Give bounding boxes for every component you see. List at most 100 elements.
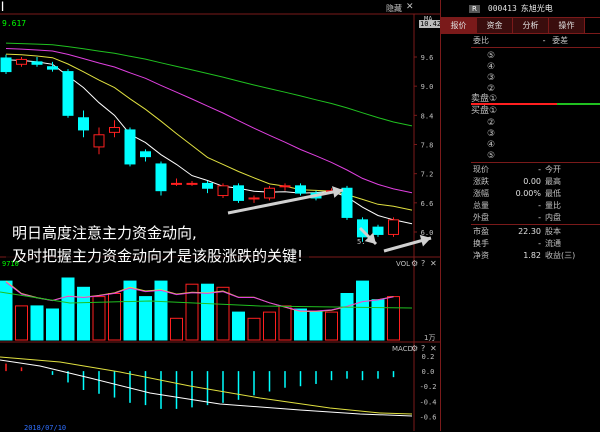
candle-body [264, 187, 275, 199]
tab-analysis[interactable]: 分析 [513, 18, 549, 33]
candle-body [248, 197, 260, 200]
price-tick-label: 9.6 [421, 54, 434, 62]
quote-label: 市盈 [473, 227, 489, 236]
volume-bar [108, 293, 121, 341]
order-diff-value: - [542, 36, 546, 45]
arrow-up-right [227, 188, 344, 215]
candle-body [372, 226, 384, 235]
tab-operation[interactable]: 操作 [549, 18, 585, 33]
candle-body [47, 66, 58, 70]
divider [471, 47, 600, 48]
volume-bar [15, 305, 28, 341]
macd-tick-label: -0.6 [420, 413, 437, 421]
volume-bar [216, 286, 230, 341]
divider-3 [471, 224, 600, 225]
sell-level-5: ⑤ [487, 51, 496, 61]
arrow-up-right-head [332, 186, 343, 198]
candle-body [0, 57, 12, 73]
candle-body [341, 187, 353, 218]
quote-label: 净资 [473, 251, 489, 260]
sell-level-4: ④ [487, 62, 496, 72]
dea-line [0, 356, 413, 415]
stock-name: 东旭光电 [520, 4, 553, 13]
volume-bar [46, 308, 59, 341]
volume-bar [325, 311, 338, 341]
quote-label-2: 流通 [545, 239, 561, 248]
macd-tick-label: 0.0 [422, 368, 435, 376]
volume-bar [247, 317, 261, 341]
quote-row: 涨跌 0.00 最高 [473, 176, 561, 188]
hide-label[interactable]: 隐藏 [386, 3, 402, 14]
annotation-box: 明日高度注意主力资金动向, 及时把握主力资金动向才是该股涨跌的关键! [6, 222, 310, 268]
ma20-line [5, 48, 413, 194]
kline-chart-area[interactable]: 9.6 9.0 8.4 7.8 7.2 6.6 6.0 0.2 0.0 -0.2 -0.4 -0.6 … [0, 0, 443, 432]
macd-tick-label: -0.2 [420, 383, 437, 391]
quote-row: 涨幅 0.00% 最低 [473, 188, 561, 200]
quote-label: 涨跌 [473, 177, 489, 186]
dif-line [0, 359, 413, 417]
macd-settings-icon[interactable]: ⚙ [411, 344, 418, 353]
candle-body [388, 219, 399, 235]
buy-level-3: ③ [487, 129, 496, 139]
volume-bar [356, 280, 369, 341]
candle-body [31, 61, 43, 65]
quote-label-2: 收益(三) [545, 251, 576, 260]
quote-row: 现价 - 今开 [473, 164, 561, 176]
buy-level-5: ⑤ [487, 151, 496, 161]
buy-level-2: ② [487, 118, 496, 128]
tab-quote[interactable]: 报价 [441, 18, 477, 33]
divider-2 [471, 162, 600, 163]
quote-label-2: 量比 [545, 201, 561, 210]
close-icon[interactable]: ✕ [406, 2, 414, 12]
quote-value: 0.00 [523, 177, 541, 186]
quote-value: 0.00% [515, 189, 541, 198]
volume-bar [278, 305, 292, 341]
volume-bar [0, 280, 13, 341]
panel-header: R 000413 东旭光电 [441, 0, 600, 18]
top-left-marker: ▎ [2, 2, 7, 11]
candle-body [155, 163, 167, 192]
volume-bar [371, 299, 385, 341]
annotation-line-2: 及时把握主力资金动向才是该股涨跌的关键! [12, 247, 304, 265]
macd-tick-label: -0.4 [420, 398, 437, 406]
quote-label-2: 内盘 [545, 213, 561, 222]
volume-bar [294, 308, 307, 341]
quote-value: 22.30 [518, 227, 541, 236]
close-vol-icon[interactable]: ✕ [430, 259, 437, 268]
price-tick-label: 8.4 [421, 112, 434, 120]
candle-body [93, 134, 105, 148]
ma-value: 9.617 [2, 19, 27, 28]
volume-bar [30, 305, 44, 341]
help-icon[interactable]: ? [421, 259, 425, 268]
volume-bar [263, 311, 276, 341]
panel-badge: R [469, 4, 480, 13]
macd-close-icon[interactable]: ✕ [430, 344, 437, 353]
order-ratio-label: 委比 [473, 36, 489, 45]
candle-body [202, 182, 213, 189]
quote-label: 涨幅 [473, 189, 489, 198]
quote-value: - [538, 213, 541, 222]
quote-value: 1.82 [523, 251, 541, 260]
candle-body [140, 151, 151, 158]
buy-bar [557, 103, 600, 105]
annotation-line-1: 明日高度注意主力资金动向, [12, 224, 197, 242]
quote-label: 外盘 [473, 213, 489, 222]
macd-help-icon[interactable]: ? [421, 344, 425, 353]
price-tick-label: 7.8 [421, 142, 434, 150]
buy-level-1: 买盘① [471, 106, 498, 116]
price-tick-label: 7.2 [421, 171, 434, 179]
settings-icon[interactable]: ⚙ [411, 259, 418, 268]
candle-body [16, 58, 27, 65]
candle-body [233, 185, 244, 201]
sell-level-3: ③ [487, 73, 496, 83]
vol-unit: 1万 [424, 334, 436, 342]
volume-bar [61, 277, 75, 341]
quote-label: 总量 [473, 201, 489, 210]
quote-row: 换手 - 流通 [473, 238, 561, 250]
macd-label: MACD [392, 345, 413, 353]
quote-label-2: 最低 [545, 189, 561, 198]
tab-funds[interactable]: 资金 [477, 18, 513, 33]
quote-label-2: 最高 [545, 177, 561, 186]
order-ratio-row: 委比 - 委差 [473, 35, 568, 47]
volume-bar [170, 317, 183, 341]
